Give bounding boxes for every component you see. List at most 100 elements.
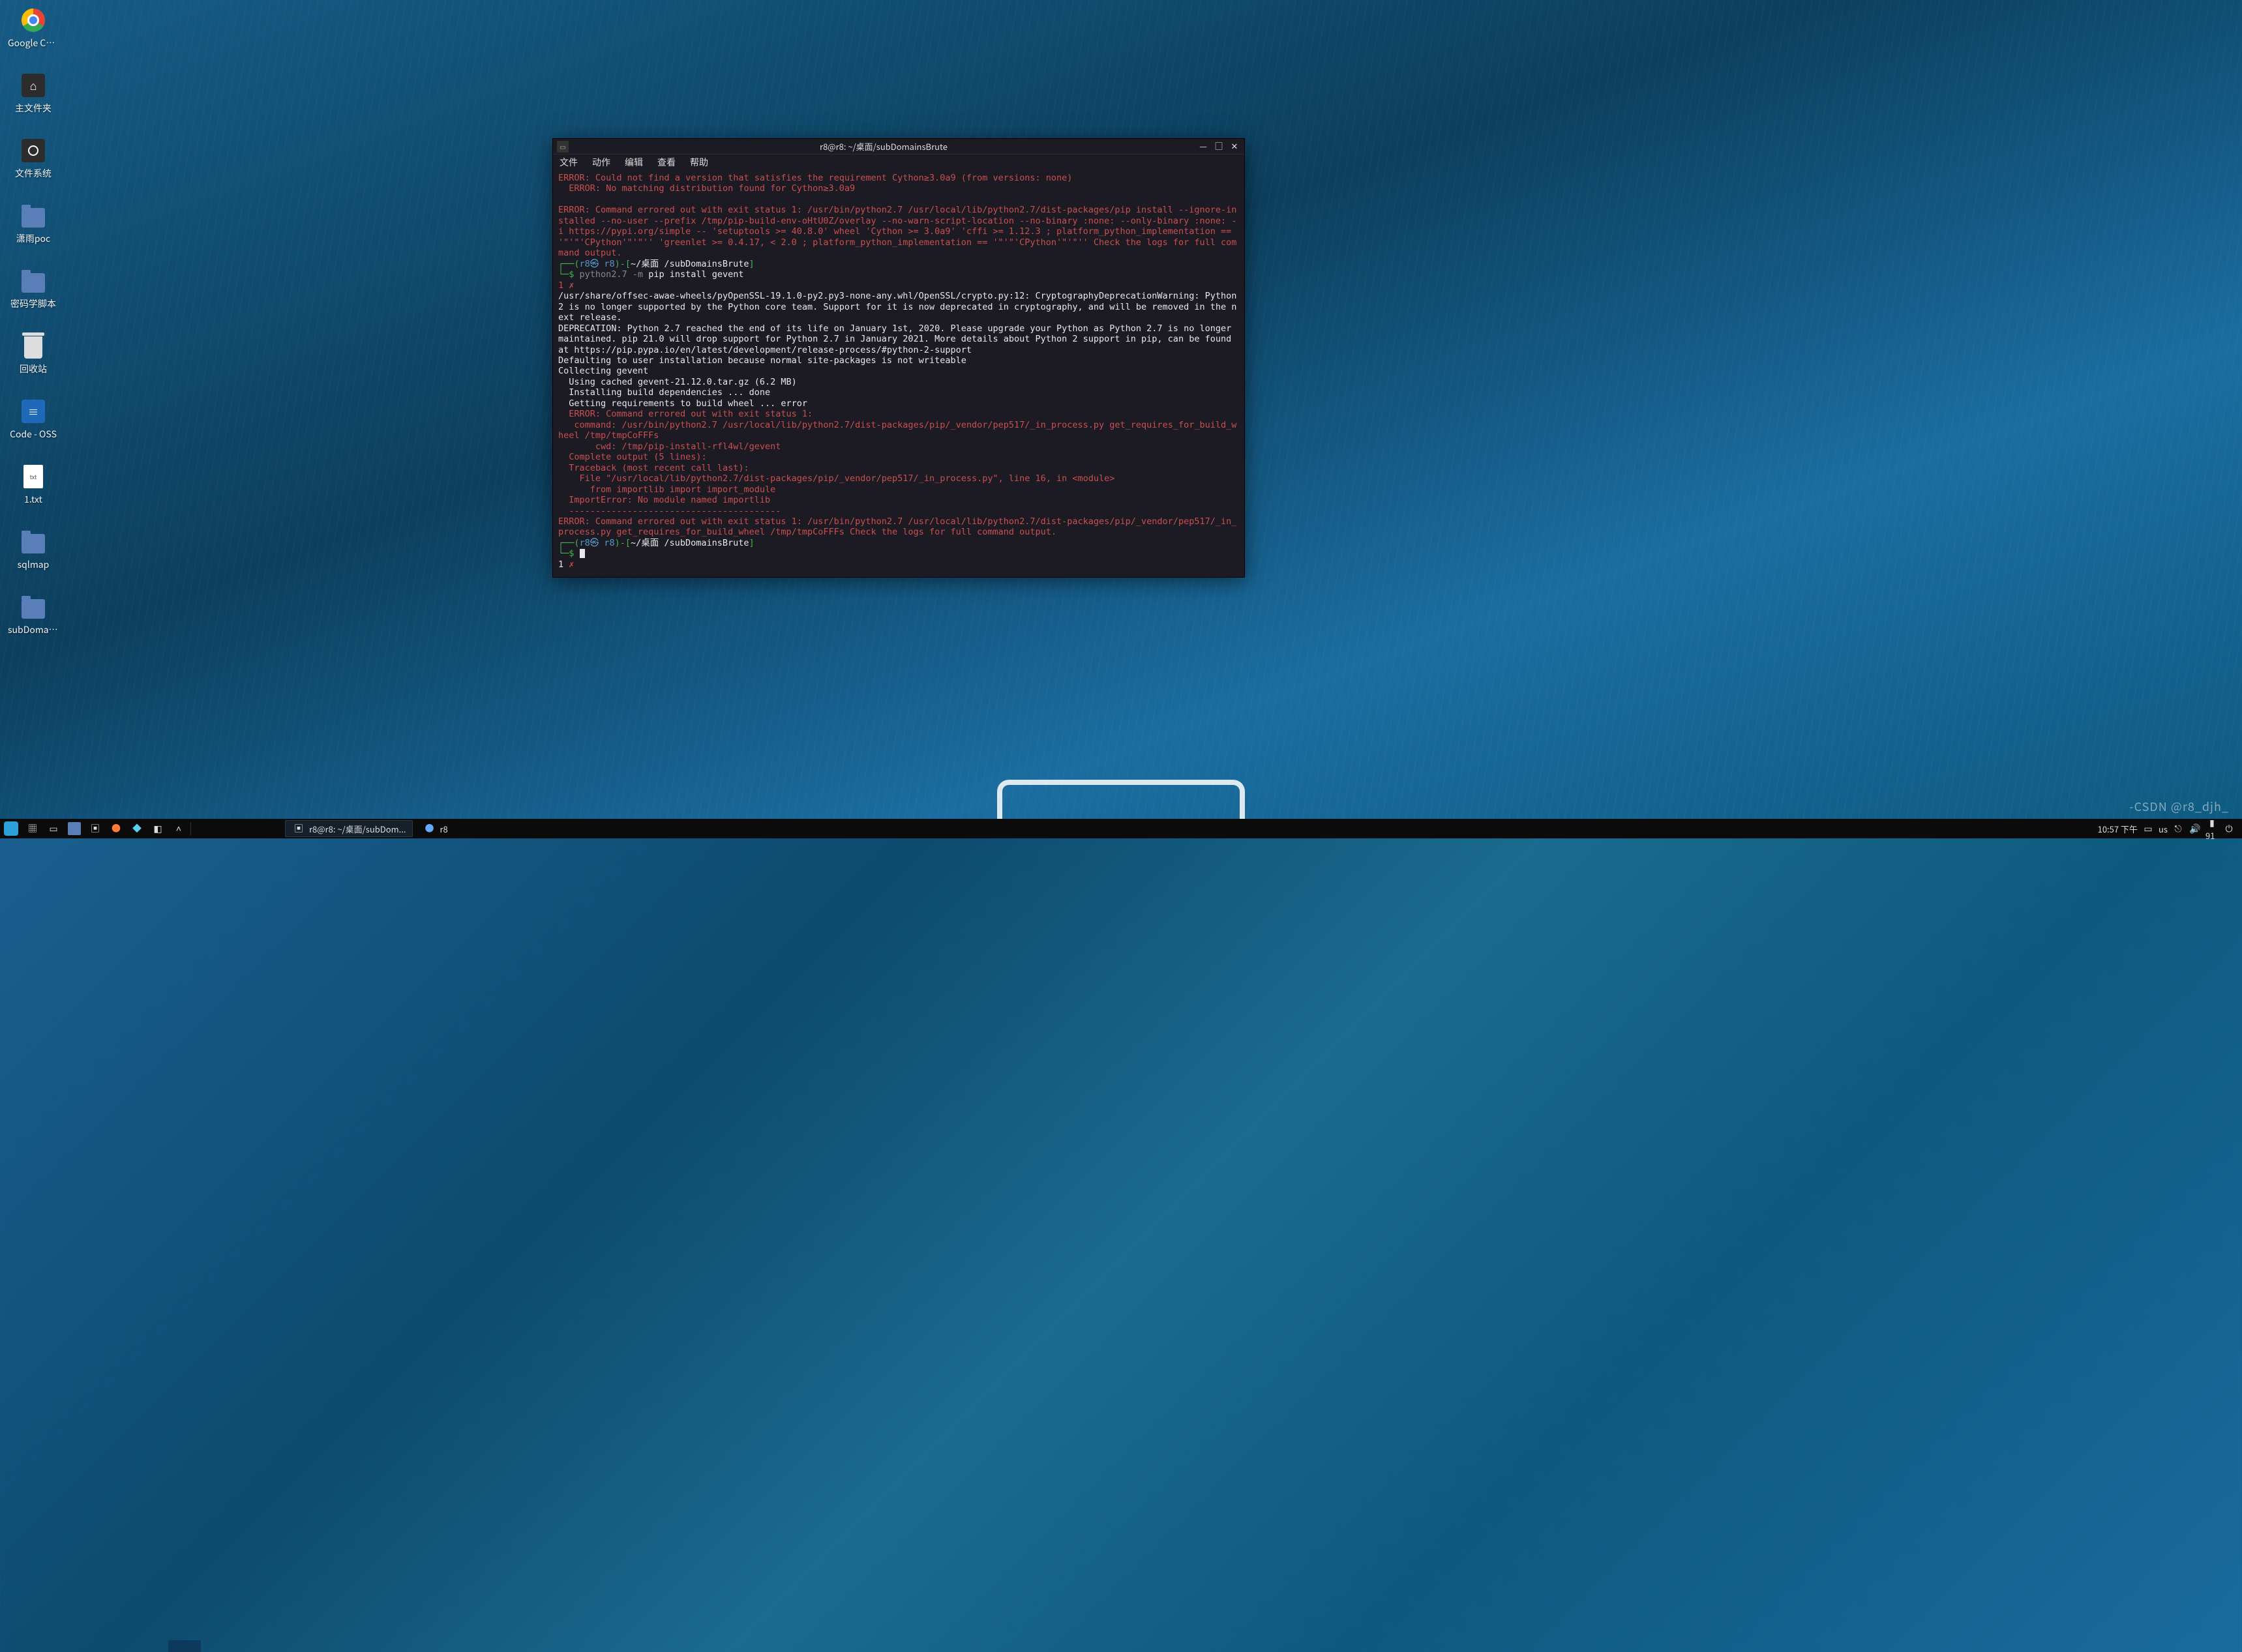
desktop-icon-label: 回收站	[20, 362, 47, 376]
prompt-cmd-prefix: └─$	[558, 548, 580, 559]
desktop-icon-code-oss[interactable]: ≡ Code - OSS	[8, 398, 59, 441]
prompt-exit-status-x: ✗	[563, 559, 574, 570]
menu-actions[interactable]: 动作	[592, 156, 610, 169]
terminal-error-line: ERROR: Could not find a version that sat…	[558, 173, 1072, 183]
desktop-icon-home[interactable]: ⌂ 主文件夹	[8, 72, 59, 115]
app-icon: ◧	[151, 822, 164, 835]
battery-percent: 91	[2205, 829, 2215, 842]
terminal-icon: ▭	[557, 141, 569, 153]
terminal-output-line: Collecting gevent	[558, 366, 648, 376]
notifications-icon[interactable]: ▭	[2142, 822, 2155, 835]
prompt-bracket: ]	[749, 259, 754, 269]
terminal-output-line: Defaulting to user installation because …	[558, 355, 966, 366]
app-icon: ◆	[130, 822, 143, 835]
terminal-error-line: ERROR: Command errored out with exit sta…	[558, 205, 1236, 258]
panel-app-icon-2[interactable]: ◧	[147, 819, 168, 838]
desktop-icon-folder-poc[interactable]: 潇雨poc	[8, 202, 59, 245]
battery-icon: ▮	[2205, 816, 2219, 829]
kali-menu-icon	[4, 821, 18, 836]
desktop-icon-trash[interactable]: 回收站	[8, 332, 59, 376]
terminal-output-line: DEPRECATION: Python 2.7 reached the end …	[558, 323, 1236, 355]
firefox-icon: ●	[110, 822, 123, 835]
terminal-error-line: ERROR: Command errored out with exit sta…	[558, 409, 813, 419]
vscode-icon: ≡	[22, 400, 45, 423]
prompt-path: ~/桌面 /subDomainsBrute	[631, 538, 749, 548]
desktop-icon-label: Google Chr...	[8, 37, 59, 50]
desktop-icon-label: 文件系统	[15, 167, 52, 180]
app-menu-button[interactable]	[0, 819, 22, 838]
desktop-icons: Google Chr... ⌂ 主文件夹 文件系统 潇雨poc 密码学脚本 回收…	[8, 7, 59, 636]
desktop-icon-folder-sqlmap[interactable]: sqlmap	[8, 528, 59, 571]
menu-edit[interactable]: 编辑	[625, 156, 643, 169]
prompt-bracket: ┌──(	[558, 538, 580, 548]
volume-icon[interactable]: 🔊	[2189, 822, 2202, 835]
folder-icon	[22, 208, 45, 228]
desktop-icon-label: 潇雨poc	[16, 232, 50, 245]
task-terminal[interactable]: ▣ r8@r8: ~/桌面/subDom...	[285, 820, 413, 837]
panel-window-list-icon[interactable]: ▦	[22, 819, 43, 838]
panel-files-icon[interactable]	[64, 819, 85, 838]
folder-icon	[22, 599, 45, 619]
app-task-icon: ●	[423, 822, 436, 835]
prompt-exit-status: 1 ✗	[558, 280, 574, 291]
terminal-error-line: Traceback (most recent call last):	[558, 463, 749, 473]
taskbar: ▦ ▭ ▣ ● ◆ ◧ ˄ ▣ r8@r8: ~/桌面/subDom... ● …	[0, 819, 2242, 838]
terminal-output-line: Installing build dependencies ... done	[558, 387, 770, 398]
menu-help[interactable]: 帮助	[690, 156, 708, 169]
terminal-output-line: /usr/share/offsec-awae-wheels/pyOpenSSL-…	[558, 291, 1242, 323]
task-label: r8	[440, 823, 447, 835]
terminal-error-line: command: /usr/bin/python2.7 /usr/local/l…	[558, 420, 1236, 441]
desktop-icon-filesystem[interactable]: 文件系统	[8, 137, 59, 180]
desktop-icon-chrome[interactable]: Google Chr...	[8, 7, 59, 50]
desktop-icon-label: 密码学脚本	[10, 297, 56, 310]
terminal-error-line: ImportError: No module named importlib	[558, 495, 770, 505]
close-button[interactable]: ✕	[1230, 142, 1239, 151]
prompt-user: r8㉿ r8	[580, 259, 615, 269]
minimize-button[interactable]: —	[1199, 142, 1208, 151]
task-r8[interactable]: ● r8	[415, 820, 455, 837]
terminal-error-line: File "/usr/local/lib/python2.7/dist-pack…	[558, 473, 1114, 484]
prompt-bracket: )-[	[615, 259, 631, 269]
panel-app-icon[interactable]: ◆	[127, 819, 147, 838]
panel-terminal-icon[interactable]: ▣	[85, 819, 106, 838]
power-icon[interactable]: ⏻	[2222, 822, 2235, 835]
terminal-error-line: ERROR: No matching distribution found fo…	[569, 183, 855, 194]
menu-file[interactable]: 文件	[560, 156, 578, 169]
menu-view[interactable]: 查看	[657, 156, 676, 169]
files-icon	[68, 822, 81, 835]
home-icon: ⌂	[22, 74, 45, 97]
terminal-titlebar[interactable]: ▭ r8@r8: ~/桌面/subDomainsBrute — □ ✕	[553, 139, 1244, 155]
trash-icon	[24, 336, 42, 359]
desktop-icon-folder-subdomain[interactable]: subDomain...	[8, 593, 59, 636]
desktop-icon-label: subDomain...	[8, 623, 59, 636]
prompt-user: r8㉿ r8	[580, 538, 615, 548]
terminal-window[interactable]: ▭ r8@r8: ~/桌面/subDomainsBrute — □ ✕ 文件 动…	[552, 138, 1245, 578]
panel-overflow[interactable]: ˄	[168, 819, 189, 838]
desktop-icon-folder-crypto[interactable]: 密码学脚本	[8, 267, 59, 310]
network-icon[interactable]: ⎋	[2172, 822, 2185, 835]
desktop-icon-label: sqlmap	[18, 558, 50, 571]
panel-separator	[190, 822, 191, 835]
prompt-cmd-py: python2.7 -m	[580, 269, 644, 280]
chevron-up-icon: ˄	[172, 822, 185, 835]
terminal-error-line: Complete output (5 lines):	[558, 452, 707, 462]
panel-desktop-icon[interactable]: ▭	[43, 819, 64, 838]
prompt-bracket: ┌──(	[558, 259, 580, 269]
panel-firefox-icon[interactable]: ●	[106, 819, 127, 838]
terminal-title: r8@r8: ~/桌面/subDomainsBrute	[569, 140, 1199, 153]
workspace-switcher[interactable]	[168, 1640, 201, 1652]
folder-icon	[22, 534, 45, 553]
battery-indicator[interactable]: ▮91	[2205, 816, 2219, 842]
keyboard-layout-indicator[interactable]: us	[2159, 823, 2168, 835]
desktop-icon-1txt[interactable]: txt 1.txt	[8, 463, 59, 506]
prompt-exit-status-num: 1	[558, 559, 563, 570]
maximize-button[interactable]: □	[1214, 142, 1223, 151]
terminal-menubar: 文件 动作 编辑 查看 帮助	[553, 155, 1244, 170]
task-label: r8@r8: ~/桌面/subDom...	[309, 823, 406, 835]
terminal-error-line: ERROR: Command errored out with exit sta…	[558, 516, 1236, 537]
panel-clock[interactable]: 10:57 下午	[2098, 823, 2138, 835]
chrome-icon	[22, 8, 45, 32]
prompt-bracket: )-[	[615, 538, 631, 548]
prompt-cmd-text: pip install gevent	[643, 269, 743, 280]
terminal-body[interactable]: ERROR: Could not find a version that sat…	[553, 170, 1244, 577]
